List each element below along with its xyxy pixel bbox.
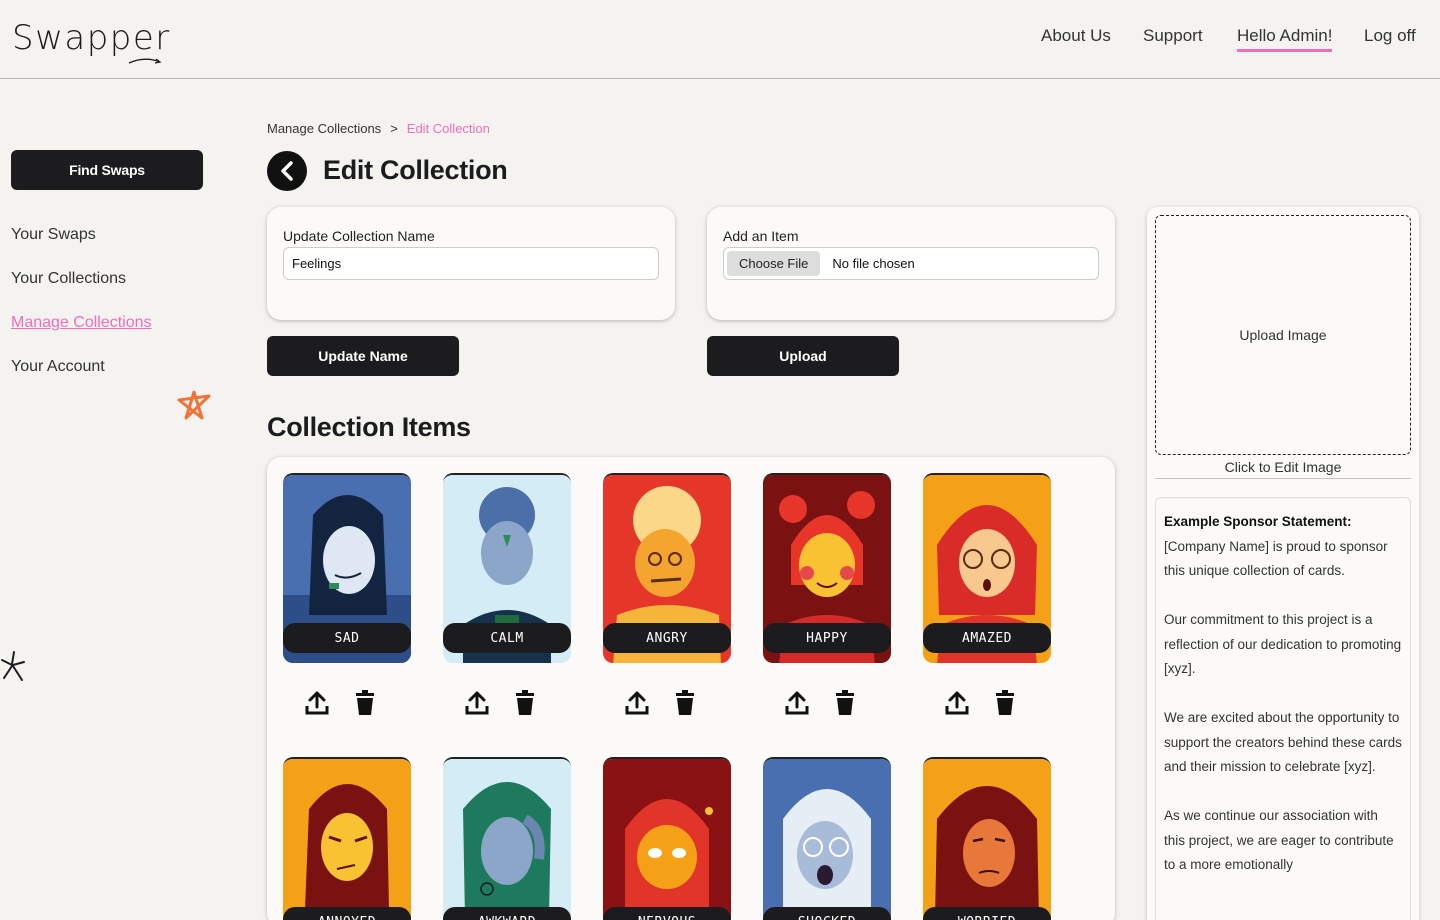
- nav-about-us[interactable]: About Us: [1041, 26, 1111, 46]
- collection-item: ANGRY: [603, 473, 731, 715]
- item-actions: [305, 690, 377, 716]
- page-title: Edit Collection: [323, 155, 508, 185]
- sponsor-paragraph: As we continue our association with this…: [1164, 808, 1394, 872]
- portrait-awkward: [443, 759, 571, 920]
- item-card-nervous[interactable]: NERVOUS: [603, 757, 731, 920]
- file-status: No file chosen: [832, 256, 915, 271]
- item-label: WORRIED: [923, 907, 1051, 920]
- upload-icon[interactable]: [625, 690, 649, 716]
- item-card-angry[interactable]: ANGRY: [603, 473, 731, 663]
- collection-item: ANNOYED: [283, 757, 411, 920]
- item-label: HAPPY: [763, 623, 891, 653]
- item-card-calm[interactable]: CALM: [443, 473, 571, 663]
- sidebar-item-your-account[interactable]: Your Account: [11, 358, 105, 376]
- item-actions: [785, 690, 857, 716]
- upload-image-label: Upload Image: [1239, 327, 1327, 343]
- nav-log-off[interactable]: Log off: [1364, 26, 1416, 46]
- item-label: SHOCKED: [763, 907, 891, 920]
- portrait-nervous: [603, 759, 731, 920]
- item-card-shocked[interactable]: SHOCKED: [763, 757, 891, 920]
- item-label: ANNOYED: [283, 907, 411, 920]
- portrait-annoyed: [283, 759, 411, 920]
- item-card-awkward[interactable]: AWKWARD: [443, 757, 571, 920]
- item-card-happy[interactable]: HAPPY: [763, 473, 891, 663]
- upload-icon[interactable]: [945, 690, 969, 716]
- nav-support[interactable]: Support: [1143, 26, 1203, 46]
- sponsor-panel: Upload Image Click to Edit Image Example…: [1147, 207, 1419, 920]
- upload-icon[interactable]: [465, 690, 489, 716]
- breadcrumb-separator: >: [390, 121, 398, 136]
- breadcrumb: Manage Collections > Edit Collection: [267, 121, 490, 136]
- item-card-annoyed[interactable]: ANNOYED: [283, 757, 411, 920]
- trash-icon[interactable]: [513, 690, 537, 716]
- sponsor-paragraph: [Company Name] is proud to sponsor this …: [1164, 538, 1388, 579]
- item-card-amazed[interactable]: AMAZED: [923, 473, 1051, 663]
- update-name-card: Update Collection Name: [267, 207, 675, 320]
- breadcrumb-manage-collections[interactable]: Manage Collections: [267, 121, 381, 136]
- trash-icon[interactable]: [353, 690, 377, 716]
- collection-item: CALM: [443, 473, 571, 715]
- collection-name-input[interactable]: [283, 247, 659, 280]
- chevron-left-icon: [281, 161, 293, 181]
- collection-item: AWKWARD: [443, 757, 571, 920]
- portrait-worried: [923, 759, 1051, 920]
- upload-icon[interactable]: [305, 690, 329, 716]
- collection-item: SHOCKED: [763, 757, 891, 920]
- find-swaps-button[interactable]: Find Swaps: [11, 150, 203, 190]
- back-button[interactable]: [267, 151, 307, 191]
- sponsor-statement[interactable]: Example Sponsor Statement: [Company Name…: [1155, 497, 1411, 920]
- sidebar-item-manage-collections[interactable]: Manage Collections: [11, 314, 152, 332]
- item-actions: [465, 690, 537, 716]
- trash-icon[interactable]: [993, 690, 1017, 716]
- portrait-shocked: [763, 759, 891, 920]
- add-item-card: Add an Item Choose File No file chosen: [707, 207, 1115, 320]
- choose-file-button[interactable]: Choose File: [727, 251, 821, 276]
- item-label: AWKWARD: [443, 907, 571, 920]
- collection-item: HAPPY: [763, 473, 891, 715]
- logo[interactable]: Swapper: [12, 18, 171, 58]
- item-card-worried[interactable]: WORRIED: [923, 757, 1051, 920]
- upload-icon[interactable]: [785, 690, 809, 716]
- sponsor-paragraph: We are excited about the opportunity to …: [1164, 710, 1402, 774]
- sponsor-statement-title: Example Sponsor Statement:: [1164, 514, 1352, 529]
- add-item-label: Add an Item: [723, 228, 799, 244]
- collection-items-panel: SAD CALM ANGRY HAPPY AMAZED: [267, 457, 1115, 920]
- file-input[interactable]: Choose File No file chosen: [723, 247, 1099, 280]
- collection-name-label: Update Collection Name: [283, 228, 435, 244]
- item-card-sad[interactable]: SAD: [283, 473, 411, 663]
- nav-hello-admin[interactable]: Hello Admin!: [1237, 26, 1333, 52]
- logo-swoosh-icon: [128, 58, 162, 64]
- item-label: SAD: [283, 623, 411, 653]
- sponsor-paragraph: Our commitment to this project is a refl…: [1164, 612, 1402, 676]
- item-actions: [625, 690, 697, 716]
- edit-image-link[interactable]: Click to Edit Image: [1155, 459, 1411, 479]
- sidebar-item-your-swaps[interactable]: Your Swaps: [11, 226, 96, 244]
- trash-icon[interactable]: [833, 690, 857, 716]
- update-name-button[interactable]: Update Name: [267, 336, 459, 376]
- sparkle-doodle-icon: [1, 651, 25, 681]
- item-label: NERVOUS: [603, 907, 731, 920]
- collection-items-title: Collection Items: [267, 412, 471, 442]
- upload-button[interactable]: Upload: [707, 336, 899, 376]
- top-bar: Swapper About Us Support Hello Admin! Lo…: [0, 0, 1440, 79]
- collection-item: NERVOUS: [603, 757, 731, 920]
- trash-icon[interactable]: [673, 690, 697, 716]
- collection-item: WORRIED: [923, 757, 1051, 920]
- item-label: AMAZED: [923, 623, 1051, 653]
- star-doodle-icon: [177, 390, 211, 420]
- sidebar-item-your-collections[interactable]: Your Collections: [11, 270, 126, 288]
- collection-item: AMAZED: [923, 473, 1051, 715]
- item-actions: [945, 690, 1017, 716]
- breadcrumb-current: Edit Collection: [406, 121, 490, 136]
- upload-image-dropzone[interactable]: Upload Image: [1155, 215, 1411, 455]
- item-label: CALM: [443, 623, 571, 653]
- item-label: ANGRY: [603, 623, 731, 653]
- collection-item: SAD: [283, 473, 411, 715]
